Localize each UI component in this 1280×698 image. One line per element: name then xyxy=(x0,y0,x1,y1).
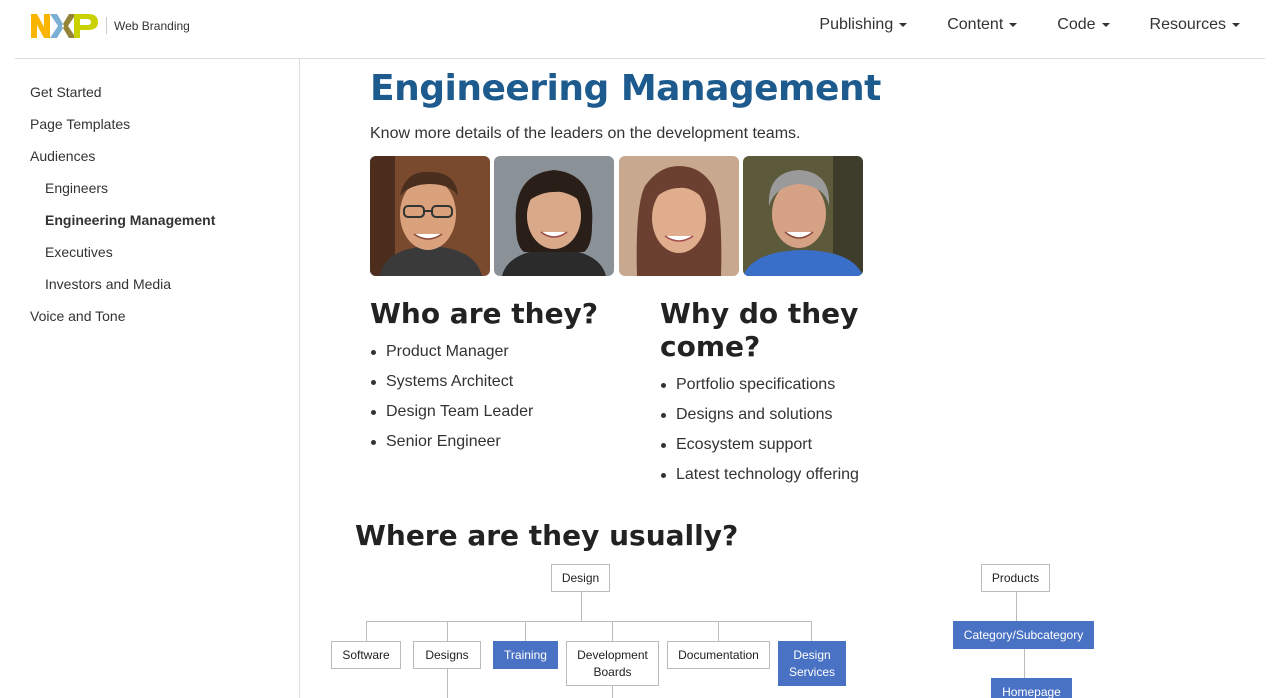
sidebar-item-investors-and-media[interactable]: Investors and Media xyxy=(45,276,171,292)
diagram-node-homepage: Homepage xyxy=(991,678,1072,698)
diagram-node-category-subcategory: Category/Subcategory xyxy=(953,621,1094,649)
nav-content-label: Content xyxy=(947,15,1004,33)
list-item: Ecosystem support xyxy=(660,435,859,465)
connector-line xyxy=(612,686,613,698)
connector-line xyxy=(581,592,582,622)
list-item: Senior Engineer xyxy=(370,432,533,462)
sidebar-item-page-templates[interactable]: Page Templates xyxy=(30,116,130,132)
logo-divider xyxy=(106,17,107,34)
sidebar-item-executives[interactable]: Executives xyxy=(45,244,113,260)
sidebar: Get Started Page Templates Audiences Eng… xyxy=(15,59,300,698)
diagram-node-development-boards: Development Boards xyxy=(566,641,659,686)
connector-line xyxy=(811,621,812,641)
main-nav: Publishing Content Code Resources xyxy=(799,0,1250,49)
diagram-node-design-services: Design Services xyxy=(778,641,846,686)
who-heading: Who are they? xyxy=(370,297,599,330)
nav-resources-label: Resources xyxy=(1149,15,1226,33)
sidebar-item-voice-and-tone[interactable]: Voice and Tone xyxy=(30,308,126,324)
diagram-node-design: Design xyxy=(551,564,610,592)
list-item: Designs and solutions xyxy=(660,405,859,435)
connector-line xyxy=(366,621,367,641)
connector-line xyxy=(718,621,719,641)
nav-resources[interactable]: Resources xyxy=(1130,0,1250,49)
diagram-node-label: Design Services xyxy=(788,647,835,679)
list-item: Product Manager xyxy=(370,342,533,372)
nav-code[interactable]: Code xyxy=(1037,0,1129,49)
nav-content[interactable]: Content xyxy=(927,0,1037,49)
caret-down-icon xyxy=(899,22,908,27)
nav-publishing-label: Publishing xyxy=(819,15,894,33)
list-item: Systems Architect xyxy=(370,372,533,402)
connector-line xyxy=(1024,649,1025,678)
portrait-photo-2 xyxy=(494,156,614,276)
diagram-node-products: Products xyxy=(981,564,1050,592)
connector-line xyxy=(525,621,526,641)
who-list: Product Manager Systems Architect Design… xyxy=(370,342,533,462)
brand-text: Web Branding xyxy=(114,19,190,33)
page-lead: Know more details of the leaders on the … xyxy=(370,125,801,142)
why-heading: Why do they come? xyxy=(660,297,858,363)
connector-line xyxy=(447,669,448,698)
portrait-photo-1 xyxy=(370,156,490,276)
portrait-photo-3 xyxy=(619,156,739,276)
diagram-node-label: Development Boards xyxy=(577,647,648,679)
why-list: Portfolio specifications Designs and sol… xyxy=(660,375,859,495)
connector-line xyxy=(447,621,448,641)
caret-down-icon xyxy=(1101,22,1110,27)
connector-line xyxy=(1016,592,1017,621)
portrait-photo-4 xyxy=(743,156,863,276)
nav-code-label: Code xyxy=(1057,15,1096,33)
sidebar-item-get-started[interactable]: Get Started xyxy=(30,84,102,100)
list-item: Portfolio specifications xyxy=(660,375,859,405)
page-title: Engineering Management xyxy=(370,68,881,109)
nxp-logo[interactable] xyxy=(30,13,100,39)
diagram-node-software: Software xyxy=(331,641,401,669)
diagram-node-designs: Designs xyxy=(413,641,481,669)
nav-publishing[interactable]: Publishing xyxy=(799,0,927,49)
caret-down-icon xyxy=(1009,22,1018,27)
list-item: Latest technology offering xyxy=(660,465,859,495)
top-header: Web Branding Publishing Content Code Res… xyxy=(15,0,1265,59)
sidebar-item-engineering-management[interactable]: Engineering Management xyxy=(45,212,215,228)
diagram-node-documentation: Documentation xyxy=(667,641,770,669)
sidebar-item-engineers[interactable]: Engineers xyxy=(45,180,108,196)
caret-down-icon xyxy=(1232,22,1240,27)
why-heading-line2: come? xyxy=(660,330,761,363)
where-heading: Where are they usually? xyxy=(355,519,739,552)
connector-line xyxy=(366,621,812,622)
why-heading-line1: Why do they xyxy=(660,297,859,330)
connector-line xyxy=(612,621,613,641)
sidebar-item-audiences[interactable]: Audiences xyxy=(30,148,95,164)
diagram-node-training: Training xyxy=(493,641,558,669)
list-item: Design Team Leader xyxy=(370,402,533,432)
